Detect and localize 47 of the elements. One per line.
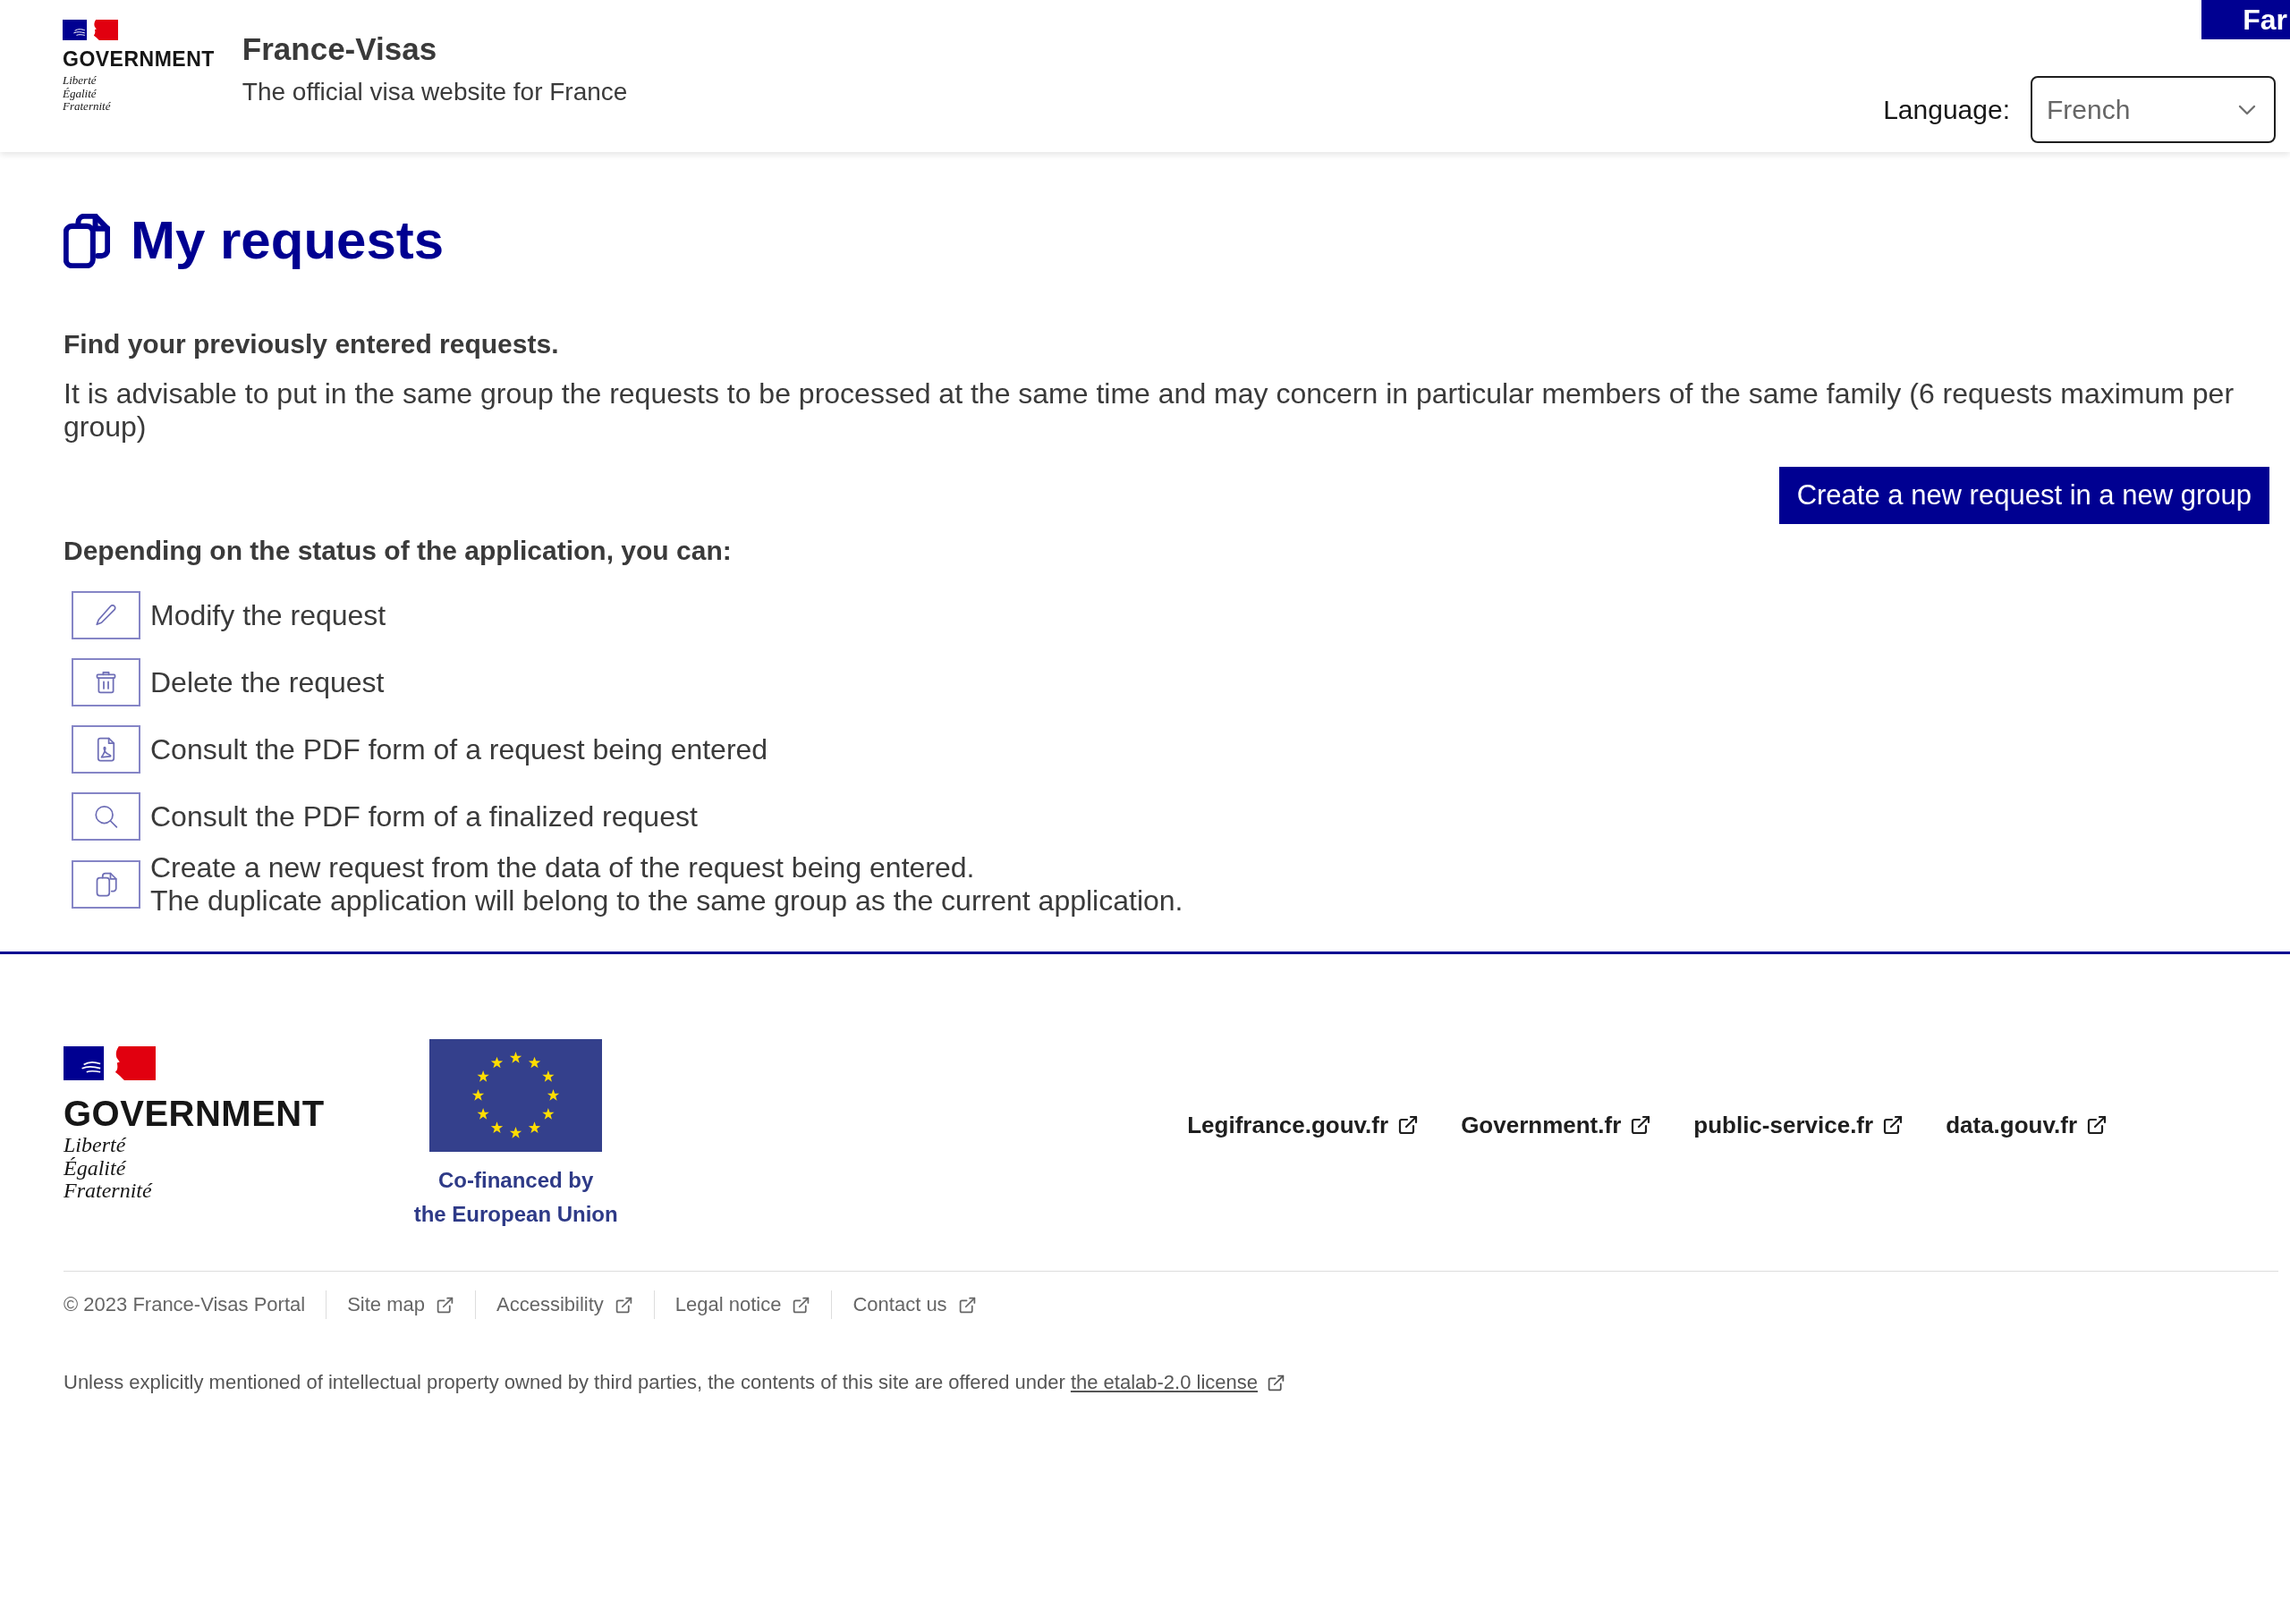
external-link-icon <box>1882 1114 1904 1136</box>
trash-icon <box>72 658 140 706</box>
flag-logo <box>63 20 118 40</box>
documents-icon <box>64 213 110 268</box>
site-tagline: The official visa website for France <box>242 77 628 107</box>
external-link-icon <box>792 1295 811 1315</box>
external-link-icon <box>1397 1114 1420 1136</box>
action-description: Consult the PDF form of a finalized request <box>150 799 698 833</box>
eu-caption: Co-financed by the European Union <box>413 1167 618 1228</box>
partner-link[interactable]: Government.fr <box>1461 1109 1652 1141</box>
intro-heading: Find your previously entered requests. <box>64 328 560 360</box>
external-link-icon <box>2086 1114 2108 1136</box>
footer-link[interactable]: Accessibility <box>496 1293 633 1316</box>
language-select[interactable]: French <box>2031 76 2276 143</box>
corner-link[interactable]: Far <box>2201 0 2290 39</box>
language-label: Language: <box>1883 94 2010 125</box>
external-link-icon <box>1267 1373 1286 1392</box>
actions-heading: Depending on the status of the application, you can: <box>64 535 733 567</box>
external-link-icon <box>614 1295 633 1315</box>
action-description: Consult the PDF form of a request being entered <box>150 732 768 766</box>
copyright-text: © 2023 France-Visas Portal <box>64 1293 306 1316</box>
partner-link[interactable]: Legifrance.gouv.fr <box>1187 1109 1420 1141</box>
search-icon <box>72 792 140 841</box>
footer-link[interactable]: Site map <box>347 1293 454 1316</box>
license-text: Unless explicitly mentioned of intellectual property owned by third parties, the contents of this site are offered under the etalab-2.0 license <box>64 1369 2278 1396</box>
logo-wordmark: GOVERNMENT <box>63 47 215 71</box>
page-title: My requests <box>131 209 445 272</box>
action-description: Modify the request <box>150 598 386 632</box>
partner-link[interactable]: data.gouv.fr <box>1946 1109 2108 1141</box>
action-description: Create a new request from the data of the request being entered. The duplicate application will belong to the same group as the current application. <box>150 851 1183 918</box>
pdf-file-icon <box>72 725 140 774</box>
partner-link[interactable]: public-service.fr <box>1693 1109 1904 1141</box>
site-name: France-Visas <box>242 30 438 68</box>
pencil-icon <box>72 591 140 639</box>
external-link-icon <box>436 1295 454 1315</box>
license-link[interactable]: the etalab-2.0 license <box>1070 1369 1286 1396</box>
action-description: Delete the request <box>150 665 385 699</box>
documents-icon <box>72 860 140 909</box>
external-link-icon <box>1630 1114 1652 1136</box>
create-request-button[interactable]: Create a new request in a new group <box>1778 467 2269 524</box>
motto-text: Liberté Égalité Fraternité <box>64 1134 152 1203</box>
intro-text: It is advisable to put in the same group the requests to be processed at the same time and may concern in particular members of the same family (6 requests maximum per group) <box>64 377 2235 444</box>
logo-wordmark: GOVERNMENT <box>64 1094 325 1133</box>
footer-link[interactable]: Legal notice <box>674 1293 811 1316</box>
footer-link[interactable]: Contact us <box>852 1293 977 1316</box>
motto-text: Liberté Égalité Fraternité <box>63 74 111 114</box>
external-link-icon <box>957 1295 977 1315</box>
